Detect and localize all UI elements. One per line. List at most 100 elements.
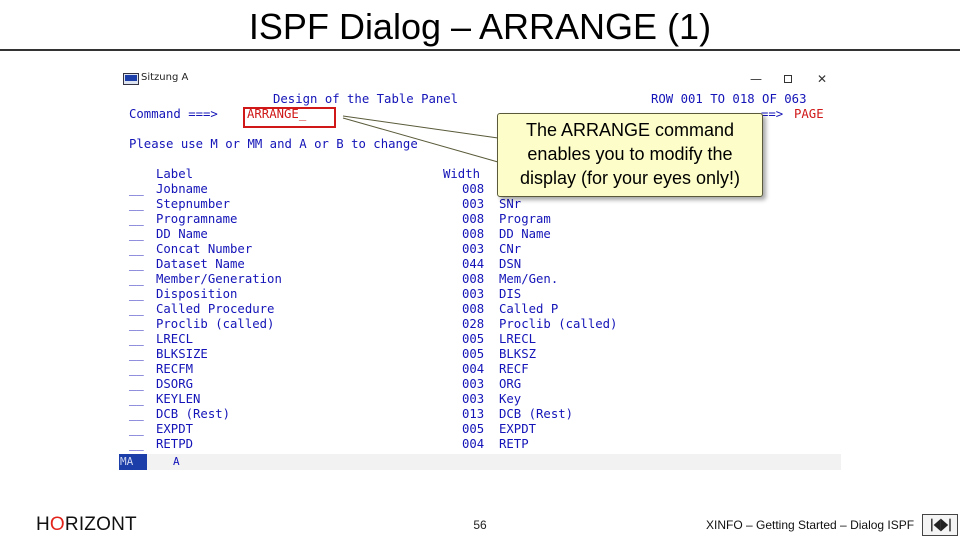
row-label: Dataset Name [156, 257, 245, 271]
row-indicator: ROW 001 TO 018 OF 063 [651, 92, 807, 106]
row-label: Stepnumber [156, 197, 231, 211]
row-short-label[interactable]: Proclib (called) [499, 317, 617, 332]
row-select-field[interactable]: __ [129, 197, 144, 212]
callout-line-2: enables you to modify the [527, 144, 733, 164]
row-label: RETPD [156, 437, 194, 451]
row-width[interactable]: 008 [462, 272, 484, 287]
instruction-text: Please use M or MM and A or B to change [129, 137, 418, 151]
row-width[interactable]: 008 [462, 212, 484, 227]
command-input[interactable]: ARRANGE_ [247, 107, 306, 122]
row-width[interactable]: 013 [462, 407, 484, 422]
row-short-label[interactable]: RECF [499, 362, 529, 377]
row-width[interactable]: 003 [462, 197, 484, 212]
row-short-label[interactable]: RETP [499, 437, 529, 452]
status-bar [119, 454, 841, 470]
logo-letters-rest: RIZONT [64, 514, 137, 535]
close-button[interactable]: ✕ [811, 70, 833, 88]
row-select-field[interactable]: __ [129, 332, 144, 347]
row-width[interactable]: 008 [462, 302, 484, 317]
row-width[interactable]: 003 [462, 242, 484, 257]
row-label: DCB (Rest) [156, 407, 231, 421]
slide-nav-control[interactable] [922, 514, 958, 536]
row-select-field[interactable]: __ [129, 182, 144, 197]
row-label: DSORG [156, 377, 194, 391]
row-select-field[interactable]: __ [129, 272, 144, 287]
row-select-field[interactable]: __ [129, 362, 144, 377]
row-short-label[interactable]: Program [499, 212, 551, 227]
row-short-label[interactable]: DCB (Rest) [499, 407, 573, 422]
scroll-amount-field[interactable]: PAGE [794, 107, 824, 122]
session-title: Sitzung A [141, 72, 189, 83]
row-label: BLKSIZE [156, 347, 208, 361]
scroll-prompt: ==> [761, 107, 784, 121]
row-short-label[interactable]: CNr [499, 242, 521, 257]
row-short-label[interactable]: Called P [499, 302, 558, 317]
oia-status-indicator: A [173, 455, 180, 468]
row-select-field[interactable]: __ [129, 302, 144, 317]
callout-box: The ARRANGE command enables you to modif… [497, 113, 763, 197]
command-prompt: Command ===> [129, 107, 218, 121]
row-select-field[interactable]: __ [129, 422, 144, 437]
horizont-logo: HORIZONT [36, 514, 137, 536]
row-width[interactable]: 004 [462, 362, 484, 377]
row-width[interactable]: 005 [462, 332, 484, 347]
row-width[interactable]: 005 [462, 422, 484, 437]
row-width[interactable]: 028 [462, 317, 484, 332]
row-label: DD Name [156, 227, 208, 241]
column-header-width: Width [443, 167, 481, 181]
slide-title: ISPF Dialog – ARRANGE (1) [248, 6, 712, 47]
row-short-label[interactable]: EXPDT [499, 422, 536, 437]
row-width[interactable]: 003 [462, 377, 484, 392]
row-select-field[interactable]: __ [129, 377, 144, 392]
row-select-field[interactable]: __ [129, 407, 144, 422]
row-width[interactable]: 003 [462, 392, 484, 407]
row-label: RECFM [156, 362, 194, 376]
row-select-field[interactable]: __ [129, 392, 144, 407]
row-short-label[interactable]: SNr [499, 197, 521, 212]
row-short-label[interactable]: DIS [499, 287, 521, 302]
title-divider [0, 49, 960, 51]
row-label: Concat Number [156, 242, 253, 256]
row-label: Jobname [156, 182, 208, 196]
row-label: KEYLEN [156, 392, 201, 406]
row-short-label[interactable]: DSN [499, 257, 521, 272]
row-width[interactable]: 044 [462, 257, 484, 272]
row-select-field[interactable]: __ [129, 242, 144, 257]
row-width[interactable]: 004 [462, 437, 484, 452]
row-width[interactable]: 005 [462, 347, 484, 362]
row-label: Proclib (called) [156, 317, 275, 331]
row-short-label[interactable]: DD Name [499, 227, 551, 242]
callout-line-1: The ARRANGE command [525, 120, 735, 140]
row-short-label[interactable]: Key [499, 392, 521, 407]
row-short-label[interactable]: LRECL [499, 332, 536, 347]
row-select-field[interactable]: __ [129, 227, 144, 242]
row-width[interactable]: 003 [462, 287, 484, 302]
row-label: Programname [156, 212, 238, 226]
row-select-field[interactable]: __ [129, 437, 144, 452]
row-label: Member/Generation [156, 272, 282, 286]
row-label: EXPDT [156, 422, 194, 436]
footer-caption: XINFO – Getting Started – Dialog ISPF [706, 518, 915, 532]
row-short-label[interactable]: Mem/Gen. [499, 272, 558, 287]
row-short-label[interactable]: ORG [499, 377, 521, 392]
row-select-field[interactable]: __ [129, 347, 144, 362]
row-label: Disposition [156, 287, 238, 301]
window-titlebar[interactable]: Sitzung A — ✕ [119, 68, 841, 90]
oia-session-indicator: MA [119, 454, 147, 470]
maximize-icon [784, 75, 792, 83]
row-select-field[interactable]: __ [129, 212, 144, 227]
row-short-label[interactable]: BLKSZ [499, 347, 536, 362]
row-label: LRECL [156, 332, 194, 346]
row-select-field[interactable]: __ [129, 257, 144, 272]
terminal-app-icon [123, 73, 139, 85]
row-label: Called Procedure [156, 302, 275, 316]
row-select-field[interactable]: __ [129, 317, 144, 332]
maximize-button[interactable] [777, 70, 799, 88]
panel-heading: Design of the Table Panel [273, 92, 459, 106]
minimize-button[interactable]: — [745, 70, 767, 88]
row-width[interactable]: 008 [462, 182, 484, 197]
page-number: 56 [473, 518, 487, 532]
row-select-field[interactable]: __ [129, 287, 144, 302]
logo-letter-o: O [49, 514, 65, 535]
row-width[interactable]: 008 [462, 227, 484, 242]
